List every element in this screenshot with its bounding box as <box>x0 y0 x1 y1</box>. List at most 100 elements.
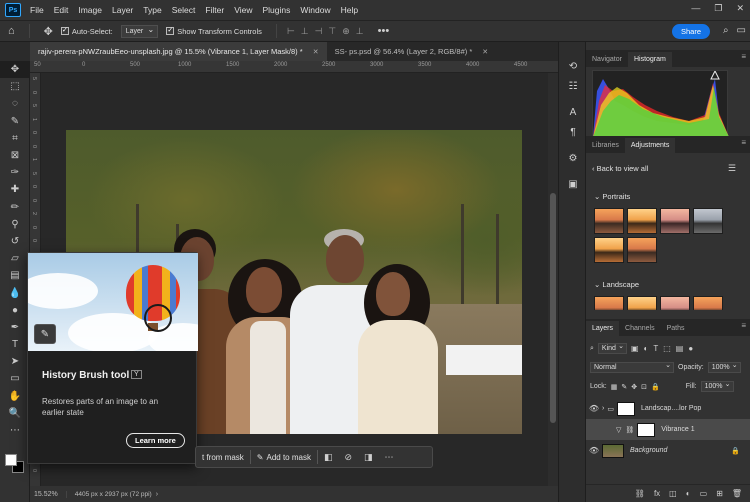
kind-filter-dropdown[interactable]: Kind <box>597 342 627 354</box>
preset-thumbnail[interactable] <box>660 208 690 234</box>
feather-mask-icon[interactable]: ◨ <box>358 452 379 463</box>
layer-mask-thumbnail[interactable] <box>637 422 656 437</box>
subtract-from-mask-button[interactable]: t from mask <box>196 446 250 468</box>
lock-all-icon[interactable]: 🔒 <box>651 383 660 391</box>
panel-menu-icon[interactable]: ≡ <box>741 138 746 147</box>
image-panel-icon[interactable]: ▣ <box>559 174 587 194</box>
crop-tool-icon[interactable]: ⌗ <box>0 130 30 147</box>
align-center-icon[interactable]: ⊥ <box>301 26 309 37</box>
lasso-tool-icon[interactable]: ◌ <box>0 95 30 112</box>
preset-thumbnail[interactable] <box>660 296 690 310</box>
workspace-icon[interactable]: ▭ <box>737 25 746 36</box>
layer-name[interactable]: Background <box>630 447 667 454</box>
adjustment-filter-icon[interactable]: ◐ <box>644 344 649 353</box>
properties-panel-icon[interactable]: ☷ <box>559 76 587 96</box>
invert-mask-icon[interactable]: ◧ <box>318 452 339 463</box>
menu-layer[interactable]: Layer <box>107 5 138 15</box>
back-to-view-all-link[interactable]: ‹ Back to view all <box>592 164 648 173</box>
brush-tool-icon[interactable]: ✏ <box>0 199 30 216</box>
healing-brush-tool-icon[interactable]: ✚ <box>0 181 30 198</box>
layer-row-background[interactable]: 👁 Background 🔒 <box>586 440 750 461</box>
character-panel-icon[interactable]: A <box>559 102 587 122</box>
type-tool-icon[interactable]: T <box>0 336 30 353</box>
layer-mask-thumbnail[interactable] <box>616 401 635 416</box>
menu-filter[interactable]: Filter <box>200 5 229 15</box>
tab-layers[interactable]: Layers <box>586 321 620 336</box>
layer-style-icon[interactable]: fx <box>654 489 660 498</box>
chevron-right-icon[interactable]: › <box>156 491 158 498</box>
paragraph-panel-icon[interactable]: ¶ <box>559 122 587 142</box>
minimize-icon[interactable]: — <box>691 3 700 14</box>
pen-tool-icon[interactable]: ✒ <box>0 319 30 336</box>
landscape-section-header[interactable]: ⌄ Landscape <box>594 280 639 289</box>
search-icon[interactable]: ⌕ <box>723 25 729 36</box>
tab-libraries[interactable]: Libraries <box>586 138 625 153</box>
maximize-icon[interactable]: ❐ <box>714 3 722 14</box>
new-layer-icon[interactable]: ⊞ <box>716 489 723 498</box>
align-top-icon[interactable]: ⊤ <box>328 26 336 37</box>
preset-thumbnail[interactable] <box>693 296 723 310</box>
blend-mode-dropdown[interactable]: Normal <box>590 361 674 373</box>
dodge-tool-icon[interactable]: ● <box>0 302 30 319</box>
lock-pixels-icon[interactable]: ▦ <box>611 383 618 391</box>
tab-histogram[interactable]: Histogram <box>627 52 672 67</box>
menu-edit[interactable]: Edit <box>49 5 74 15</box>
eraser-tool-icon[interactable]: ▱ <box>0 250 30 267</box>
history-panel-icon[interactable]: ⟲ <box>559 56 587 76</box>
type-filter-icon[interactable]: T <box>653 344 658 353</box>
tab-document-1[interactable]: rajiv-perera-pNWZraubEeo-unsplash.jpg @ … <box>30 42 327 61</box>
move-tool-icon[interactable]: ✥ <box>0 61 30 79</box>
lock-paint-icon[interactable]: ✎ <box>621 383 627 391</box>
more-tools-icon[interactable]: ⋯ <box>0 422 30 439</box>
close-icon[interactable]: ✕ <box>736 3 744 14</box>
pixel-filter-icon[interactable]: ▣ <box>631 344 639 353</box>
foreground-color-swatch[interactable] <box>5 454 17 466</box>
delete-layer-icon[interactable]: 🗑 <box>732 489 742 498</box>
opacity-field[interactable]: 100% <box>707 361 741 373</box>
new-adjustment-icon[interactable]: ◐ <box>686 489 691 498</box>
auto-select-checkbox[interactable]: ✓ Auto-Select: <box>60 27 113 36</box>
quick-selection-tool-icon[interactable]: ✎ <box>0 113 30 130</box>
preset-thumbnail[interactable] <box>627 296 657 310</box>
blur-tool-icon[interactable]: 💧 <box>0 284 30 301</box>
tab-document-2[interactable]: SS- ps.psd @ 56.4% (Layer 2, RGB/8#) * ✕ <box>327 42 497 61</box>
preset-thumbnail[interactable] <box>627 237 657 263</box>
zoom-level[interactable]: 15.52% <box>30 490 67 498</box>
link-icon[interactable]: ⛓ <box>625 426 634 434</box>
more-icon[interactable]: ⋯ <box>379 452 400 463</box>
new-group-icon[interactable]: ▭ <box>700 489 708 498</box>
scrollbar-thumb[interactable] <box>550 193 556 423</box>
show-transform-checkbox[interactable]: ✓ Show Transform Controls <box>166 27 262 36</box>
panel-menu-icon[interactable]: ≡ <box>741 52 746 61</box>
close-icon[interactable]: ✕ <box>313 48 319 56</box>
auto-select-dropdown[interactable]: Layer <box>120 24 159 38</box>
color-chips[interactable] <box>5 454 27 476</box>
smart-object-filter-icon[interactable]: ▤ <box>676 344 684 353</box>
menu-image[interactable]: Image <box>73 5 107 15</box>
menu-type[interactable]: Type <box>138 5 166 15</box>
preset-thumbnail[interactable] <box>594 208 624 234</box>
layer-row-group[interactable]: 👁 › ▭ Landscap....lor Pop <box>586 398 750 419</box>
mask-options-icon[interactable]: ⊘ <box>338 452 358 463</box>
gradient-tool-icon[interactable]: ▤ <box>0 267 30 284</box>
preset-thumbnail[interactable] <box>693 208 723 234</box>
add-mask-icon[interactable]: ◫ <box>669 489 677 498</box>
shape-tool-icon[interactable]: ▭ <box>0 370 30 387</box>
clone-stamp-tool-icon[interactable]: ⚲ <box>0 216 30 233</box>
zoom-tool-icon[interactable]: 🔍 <box>0 405 30 422</box>
marquee-tool-icon[interactable]: ⬚ <box>0 78 30 95</box>
close-icon[interactable]: ✕ <box>482 48 488 56</box>
vertical-scrollbar[interactable] <box>548 73 558 486</box>
panel-menu-icon[interactable]: ≡ <box>741 321 746 330</box>
preset-thumbnail[interactable] <box>594 296 624 310</box>
layer-name[interactable]: Landscap....lor Pop <box>641 405 701 412</box>
eyedropper-tool-icon[interactable]: ✑ <box>0 164 30 181</box>
share-button[interactable]: Share <box>671 24 710 39</box>
portraits-section-header[interactable]: ⌄ Portraits <box>594 192 630 201</box>
chevron-right-icon[interactable]: › <box>602 405 604 412</box>
menu-view[interactable]: View <box>229 5 257 15</box>
menu-file[interactable]: File <box>25 5 49 15</box>
menu-window[interactable]: Window <box>295 5 335 15</box>
history-brush-tool-icon[interactable]: ↺ <box>0 233 30 250</box>
lock-position-icon[interactable]: ✥ <box>631 383 637 391</box>
